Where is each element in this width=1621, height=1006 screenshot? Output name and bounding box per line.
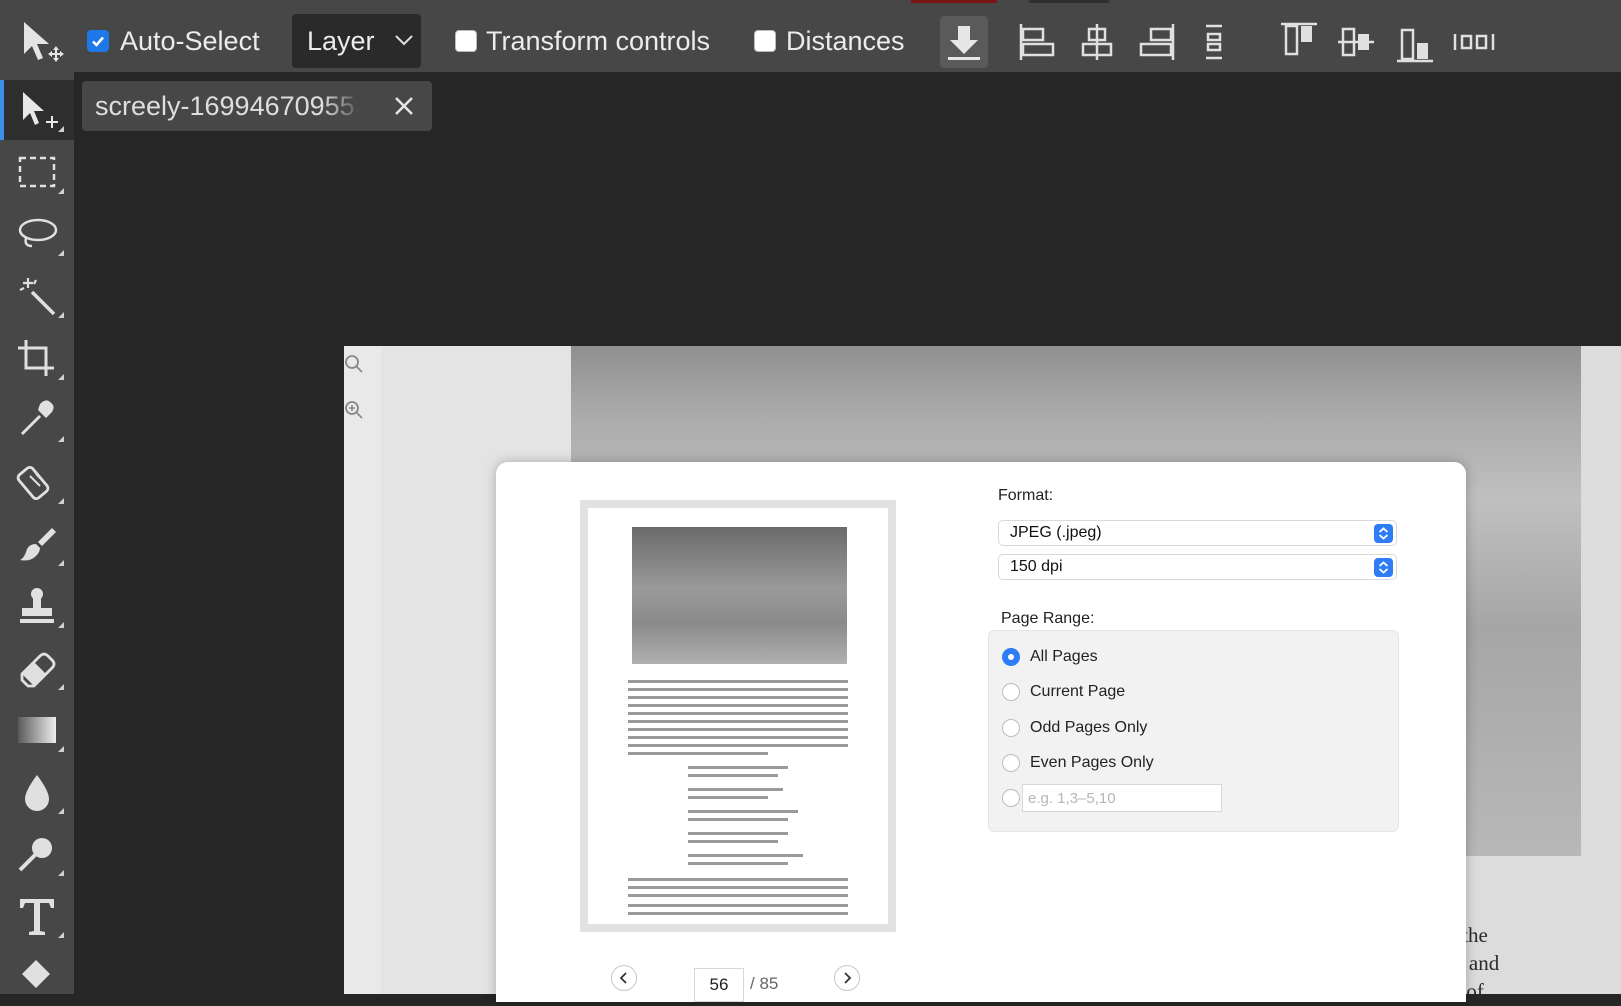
preview-text-line xyxy=(628,904,848,907)
preview-verse-line xyxy=(688,862,788,865)
chevron-left-icon xyxy=(619,972,627,984)
preview-verse-line xyxy=(688,854,803,857)
chevron-right-icon xyxy=(844,972,852,984)
page-total: / 85 xyxy=(750,974,779,993)
type-icon[interactable] xyxy=(0,886,74,946)
current-page-label: Current Page xyxy=(1030,683,1126,700)
move-tool-icon[interactable] xyxy=(18,18,64,62)
preview-text-line xyxy=(628,704,848,707)
format-value: JPEG (.jpeg) xyxy=(1010,524,1102,541)
all-pages-radio[interactable] xyxy=(1002,648,1020,666)
select-stepper-icon xyxy=(1374,558,1393,577)
next-page-button[interactable] xyxy=(834,965,860,991)
preview-verse-line xyxy=(688,810,798,813)
brush-icon[interactable] xyxy=(0,514,74,574)
preview-verse-line xyxy=(688,832,788,835)
preview-text-line xyxy=(628,720,848,723)
chevron-down-icon xyxy=(395,35,413,46)
preview-text-line xyxy=(628,878,848,881)
auto-select-checkbox[interactable] xyxy=(87,30,109,52)
format-select[interactable]: JPEG (.jpeg) xyxy=(998,520,1397,546)
page-range-label: Page Range: xyxy=(1001,610,1095,627)
download-icon[interactable] xyxy=(940,16,988,68)
current-page-radio[interactable] xyxy=(1002,683,1020,701)
eyedropper-icon[interactable] xyxy=(0,390,74,450)
page-range-group: All Pages Current Page Odd Pages Only Ev… xyxy=(988,630,1399,832)
blur-drop-icon[interactable] xyxy=(0,762,74,822)
preview-text-line xyxy=(628,912,848,915)
resolution-value: 150 dpi xyxy=(1010,558,1063,575)
preview-verse-line xyxy=(688,774,778,777)
layer-dropdown[interactable]: Layer xyxy=(292,14,421,68)
options-bar: Auto-Select Layer Transform controls Dis… xyxy=(0,0,1621,72)
preview-text-line xyxy=(628,696,848,699)
select-stepper-icon xyxy=(1374,524,1393,543)
preview-text-line xyxy=(628,688,848,691)
preview-verse-line xyxy=(688,840,778,843)
preview-text-line xyxy=(628,736,848,739)
align-bottom-icon[interactable] xyxy=(1391,20,1439,68)
page-preview-sheet xyxy=(588,508,888,924)
export-dialog: 56 / 85 Format: JPEG (.jpeg) 150 dpi Pag… xyxy=(496,462,1466,1002)
gradient-icon[interactable] xyxy=(0,700,74,760)
odd-pages-label: Odd Pages Only xyxy=(1030,719,1148,736)
viewer-sidebar xyxy=(344,346,381,994)
all-pages-label: All Pages xyxy=(1030,648,1098,665)
eraser-icon[interactable] xyxy=(0,638,74,698)
preview-verse-line xyxy=(688,818,788,821)
document-tab[interactable]: screely-169946709558 xyxy=(82,81,432,131)
clone-stamp-icon[interactable] xyxy=(0,576,74,636)
preview-text-line xyxy=(628,728,848,731)
odd-pages-radio[interactable] xyxy=(1002,719,1020,737)
crop-icon[interactable] xyxy=(0,328,74,388)
distances-checkbox[interactable] xyxy=(754,30,776,52)
preview-text-line xyxy=(628,752,768,755)
magic-wand-icon[interactable] xyxy=(0,266,74,326)
document-tab-title: screely-169946709558 xyxy=(95,91,357,121)
dodge-icon[interactable] xyxy=(0,824,74,884)
distribute-vertical-icon[interactable] xyxy=(1190,18,1238,66)
align-vertical-center-icon[interactable] xyxy=(1332,18,1380,66)
even-pages-label: Even Pages Only xyxy=(1030,754,1154,771)
preview-text-line xyxy=(628,680,848,683)
preview-text-line xyxy=(628,894,848,897)
move-tool-button[interactable] xyxy=(0,80,74,140)
preview-text-line xyxy=(628,712,848,715)
tab-indicator-gray xyxy=(1029,0,1109,3)
custom-range-radio[interactable] xyxy=(1002,789,1020,807)
align-left-icon[interactable] xyxy=(1012,18,1060,66)
format-label: Format: xyxy=(998,487,1054,504)
even-pages-radio[interactable] xyxy=(1002,754,1020,772)
preview-verse-line xyxy=(688,788,783,791)
lasso-icon[interactable] xyxy=(0,204,74,264)
distribute-horizontal-icon[interactable] xyxy=(1450,18,1498,66)
tab-title-fade xyxy=(322,87,362,127)
tab-indicator-red xyxy=(911,0,997,3)
search-icon xyxy=(345,355,363,373)
preview-illustration xyxy=(632,527,847,664)
marquee-icon[interactable] xyxy=(0,142,74,202)
preview-text-line xyxy=(628,744,848,747)
transform-controls-label: Transform controls xyxy=(486,26,711,56)
healing-brush-icon[interactable] xyxy=(0,452,74,512)
transform-controls-checkbox[interactable] xyxy=(455,30,477,52)
preview-verse-line xyxy=(688,766,788,769)
pen-icon[interactable] xyxy=(0,946,74,1006)
distances-label: Distances xyxy=(786,26,905,56)
resolution-select[interactable]: 150 dpi xyxy=(998,554,1397,580)
close-icon[interactable] xyxy=(393,95,415,117)
tools-panel xyxy=(0,72,74,994)
previous-page-button[interactable] xyxy=(611,965,637,991)
align-top-icon[interactable] xyxy=(1275,16,1323,64)
align-horizontal-center-icon[interactable] xyxy=(1073,18,1121,66)
auto-select-label: Auto-Select xyxy=(120,26,260,56)
page-preview xyxy=(580,500,896,932)
layer-dropdown-label: Layer xyxy=(307,26,375,56)
zoom-in-icon xyxy=(345,401,363,419)
align-right-icon[interactable] xyxy=(1134,18,1182,66)
page-number-input[interactable]: 56 xyxy=(694,968,744,1002)
preview-verse-line xyxy=(688,796,768,799)
custom-range-input[interactable] xyxy=(1022,784,1222,812)
preview-text-line xyxy=(628,886,848,889)
